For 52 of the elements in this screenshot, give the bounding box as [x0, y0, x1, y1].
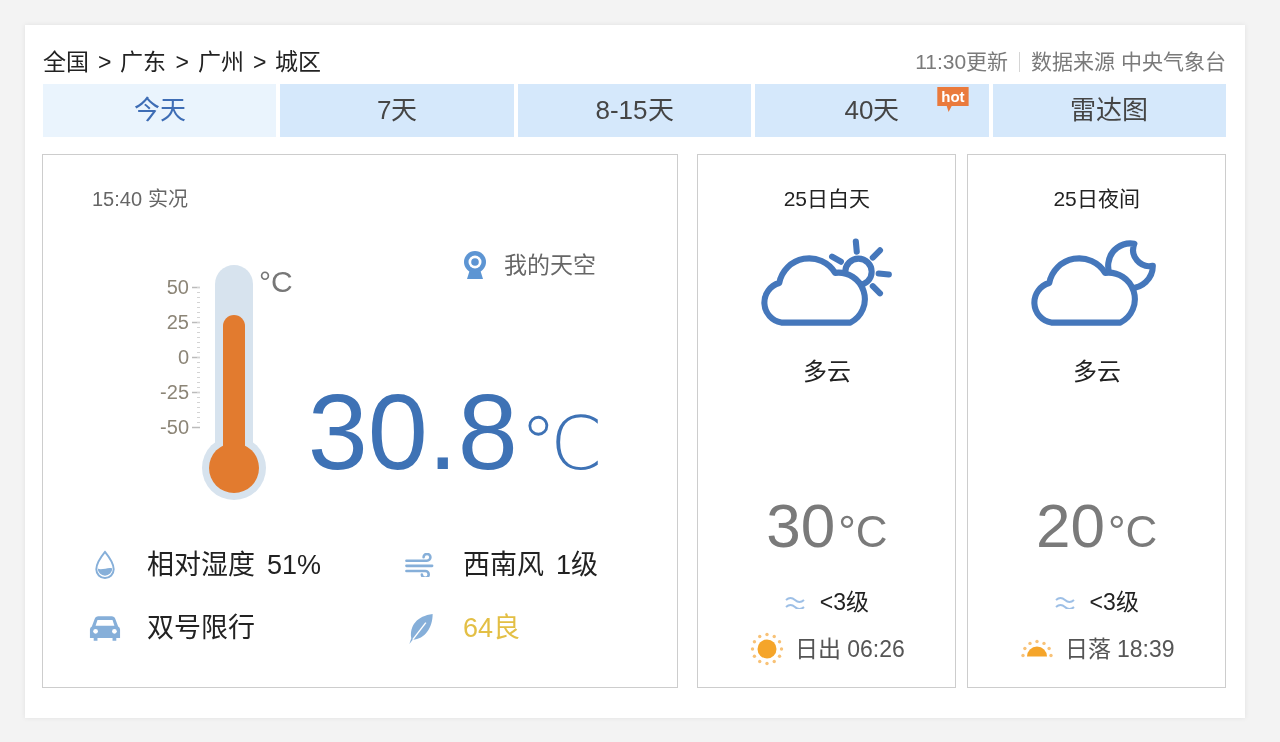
- detail-label: 相对湿度: [147, 549, 255, 581]
- temperature-value: 30.8: [307, 378, 518, 486]
- temperature-value: 20: [1035, 494, 1105, 558]
- update-time: 11:30更新: [915, 49, 1009, 75]
- tab[interactable]: 雷达图: [992, 84, 1227, 137]
- sun-icon: [748, 631, 785, 667]
- detail-label: 双号限行: [147, 612, 255, 644]
- scale-label: 25: [165, 309, 189, 335]
- unit-label: °C: [259, 265, 293, 299]
- detail-value: 64良: [463, 612, 521, 644]
- wind-waves-icon: [1054, 595, 1075, 609]
- water-drop-icon: [94, 550, 116, 580]
- period-title: 25日白天: [783, 187, 871, 211]
- breadcrumb-link[interactable]: 广东: [120, 48, 167, 76]
- scale-label: 50: [165, 274, 189, 300]
- scale-label: 0: [176, 344, 189, 370]
- detail-value: 1级: [556, 549, 599, 581]
- cloud-sun-icon: [760, 236, 893, 328]
- weather-condition: 多云: [802, 358, 851, 386]
- scale-label: -25: [159, 379, 189, 405]
- webcam-icon: [462, 251, 487, 279]
- detail-label: 西南风: [463, 549, 544, 581]
- temperature-unit: °C: [1107, 506, 1158, 558]
- sun-time: 日出 06:26: [794, 636, 905, 662]
- tab[interactable]: 今天: [43, 84, 277, 137]
- feather-icon: [407, 611, 435, 645]
- temperature-unit: °C: [838, 506, 888, 558]
- breadcrumb-link[interactable]: 广州: [197, 48, 244, 76]
- tab[interactable]: 40天 hot: [755, 84, 989, 137]
- tab[interactable]: 8-15天: [517, 84, 752, 137]
- wind-waves-icon: [784, 595, 805, 609]
- detail-value: 51%: [267, 549, 322, 581]
- tab[interactable]: 7天: [280, 84, 514, 137]
- hot-badge: hot: [937, 87, 969, 112]
- data-source: 数据来源 中央气象台: [1031, 49, 1226, 75]
- wind-level: <3级: [819, 589, 869, 615]
- half-sun-icon: [1018, 639, 1055, 659]
- period-title: 25日夜间: [1053, 187, 1140, 211]
- breadcrumb-separator: >: [252, 48, 267, 76]
- sun-time: 日落 18:39: [1064, 636, 1175, 662]
- my-sky-link[interactable]: 我的天空: [462, 251, 596, 279]
- breadcrumb-separator: >: [98, 48, 112, 76]
- breadcrumb-separator: >: [175, 48, 189, 76]
- breadcrumb-link[interactable]: 全国: [43, 48, 89, 76]
- weather-condition: 多云: [1072, 358, 1121, 386]
- wind-level: <3级: [1089, 589, 1139, 615]
- observation-time: 15:40 实况: [92, 187, 188, 211]
- temperature-value: 30: [766, 494, 836, 558]
- breadcrumb-link[interactable]: 城区: [275, 48, 322, 76]
- scale-label: -50: [159, 414, 189, 440]
- temperature-unit: ℃: [519, 399, 603, 488]
- car-icon: [89, 614, 121, 642]
